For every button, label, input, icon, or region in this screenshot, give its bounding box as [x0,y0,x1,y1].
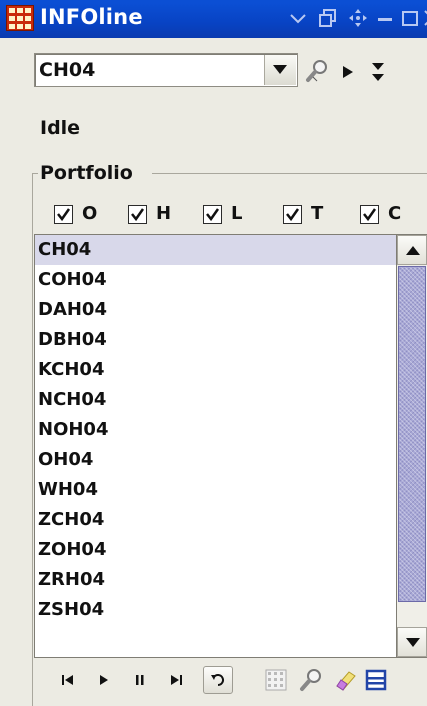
list-item[interactable]: CH04 [35,235,396,265]
checkbox-checked-icon[interactable] [283,205,302,224]
list-item[interactable]: COH04 [35,265,396,295]
group-border [32,173,33,706]
list-item[interactable]: NOH04 [35,415,396,445]
checkbox-checked-icon[interactable] [128,205,147,224]
pause-icon[interactable] [126,666,154,694]
portfolio-group-label: Portfolio [40,162,133,184]
list-item[interactable]: ZSH04 [35,595,396,625]
skip-last-icon[interactable] [162,666,190,694]
filter-label: O [82,203,98,224]
filter-label: H [156,203,172,224]
magnifier-icon[interactable] [298,666,326,694]
grid-icon[interactable] [262,666,290,694]
close-icon[interactable] [422,8,427,28]
loop-button[interactable] [203,666,233,694]
chevron-down-icon [273,65,287,74]
checkbox-checked-icon[interactable] [54,205,73,224]
checkbox-checked-icon[interactable] [360,205,379,224]
list-item[interactable]: NCH04 [35,385,396,415]
panel-icon[interactable] [362,666,390,694]
filter-label: L [231,203,243,224]
maximize-icon[interactable] [400,8,420,28]
list-item[interactable]: ZCH04 [35,505,396,535]
list-item[interactable]: ZRH04 [35,565,396,595]
magnifier-icon[interactable] [304,57,332,85]
grid-app-icon[interactable] [6,5,34,31]
loop-icon [211,674,224,686]
copy-window-icon[interactable] [318,8,338,28]
list-scrollbar[interactable] [397,234,427,658]
collapse-icon[interactable] [364,58,392,86]
scroll-thumb[interactable] [398,266,426,602]
list-item[interactable]: OH04 [35,445,396,475]
list-item[interactable]: DBH04 [35,325,396,355]
list-item[interactable]: DAH04 [35,295,396,325]
infoline-window: INFOline Idle [0,0,427,706]
list-item[interactable]: ZOH04 [35,535,396,565]
skip-first-icon[interactable] [54,666,82,694]
scroll-down-button[interactable] [397,627,427,657]
minimize-icon[interactable] [375,8,395,28]
filter-label: T [311,203,324,224]
move-icon[interactable] [348,8,368,28]
group-border [152,173,427,174]
combo-dropdown-button[interactable] [264,55,296,85]
symbol-combo-box[interactable] [34,53,298,87]
eraser-icon[interactable] [331,666,359,694]
chevron-down-icon[interactable] [288,8,308,28]
chevron-up-icon [406,246,420,255]
window-title: INFOline [40,5,143,29]
checkbox-checked-icon[interactable] [203,205,222,224]
play-icon[interactable] [90,666,118,694]
list-item[interactable]: WH04 [35,475,396,505]
symbol-input[interactable] [39,57,261,83]
portfolio-list[interactable]: CH04 COH04 DAH04 DBH04 KCH04 NCH04 NOH04… [34,234,397,658]
title-bar[interactable]: INFOline [0,0,427,38]
list-item[interactable]: KCH04 [35,355,396,385]
filter-label: C [388,203,402,224]
chevron-down-icon [406,638,420,647]
play-icon[interactable] [334,58,362,86]
scroll-up-button[interactable] [397,235,427,265]
status-label: Idle [40,117,81,139]
